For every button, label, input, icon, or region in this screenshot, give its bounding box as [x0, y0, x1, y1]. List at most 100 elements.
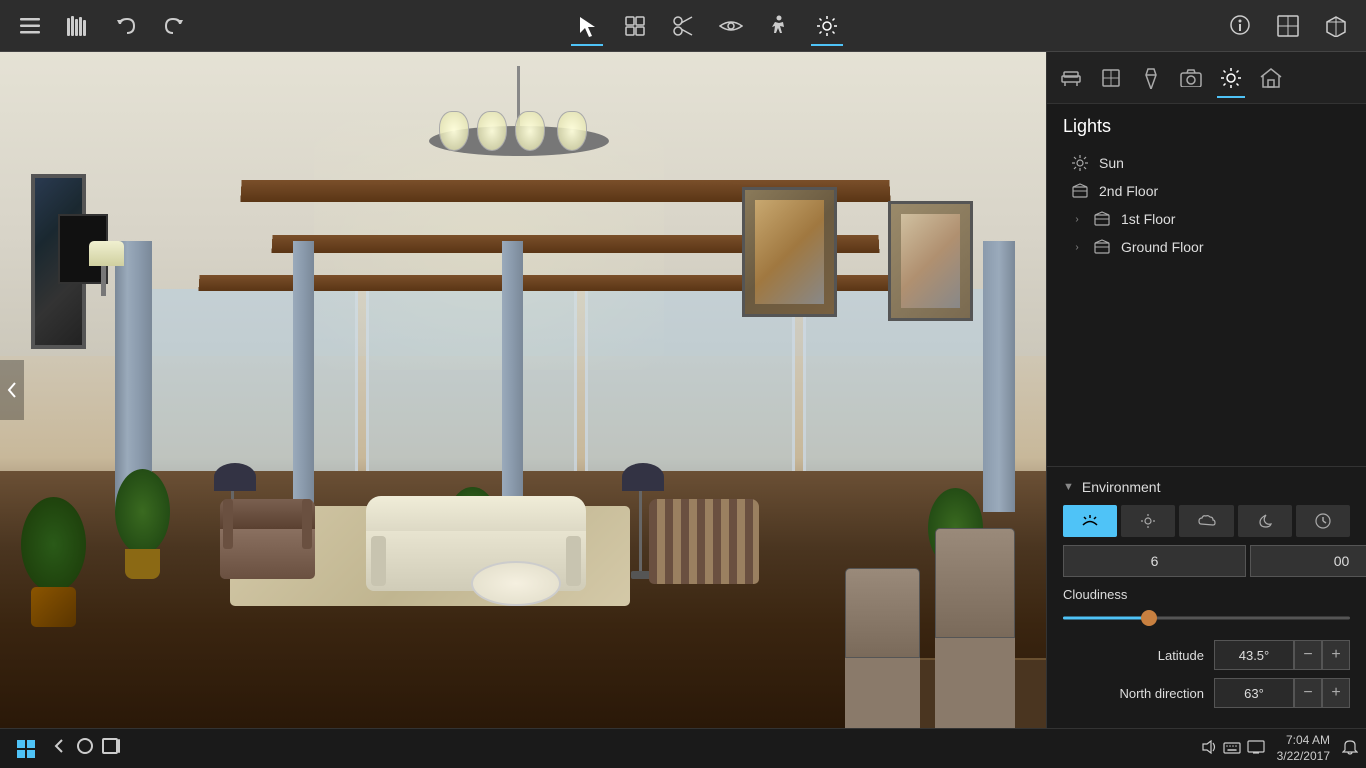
slider-track	[1063, 617, 1350, 620]
circle-taskbar-button[interactable]	[76, 737, 94, 760]
panel-spacer	[1047, 273, 1366, 466]
furniture-tool-button[interactable]	[1051, 56, 1091, 100]
armchair-left	[220, 499, 315, 579]
hour-input[interactable]	[1063, 545, 1246, 577]
main-viewport[interactable]	[0, 52, 1046, 728]
house-tool-button[interactable]	[1251, 56, 1291, 100]
painting-right-2	[888, 201, 973, 321]
taskbar-right: 7:04 AM 3/22/2017	[1201, 733, 1358, 764]
chandelier-light-2	[477, 111, 507, 151]
light-item-ground-floor[interactable]: › Ground Floor	[1063, 233, 1350, 261]
1st-floor-expand-arrow[interactable]: ›	[1071, 214, 1083, 225]
ground-floor-label: Ground Floor	[1121, 239, 1203, 255]
coffee-table	[471, 561, 561, 606]
paint-tool-button[interactable]	[1131, 56, 1171, 100]
back-taskbar-button[interactable]	[52, 738, 68, 759]
chandelier	[429, 66, 609, 156]
build-tool-button[interactable]	[1091, 56, 1131, 100]
cloudiness-label: Cloudiness	[1063, 587, 1350, 602]
light-tool-button[interactable]	[1211, 56, 1251, 100]
toolbar-right-group	[1210, 4, 1366, 48]
north-direction-row: North direction − +	[1063, 678, 1350, 708]
time-input-row: AM	[1063, 545, 1350, 577]
light-item-sun[interactable]: Sun	[1063, 149, 1350, 177]
info-button[interactable]	[1218, 4, 1262, 48]
painting-right-1	[742, 187, 837, 317]
view3d-button[interactable]	[1314, 4, 1358, 48]
slider-thumb[interactable]	[1141, 610, 1157, 626]
light-item-1st-floor[interactable]: › 1st Floor	[1063, 205, 1350, 233]
latitude-input[interactable]	[1214, 640, 1294, 670]
chandelier-light-1	[439, 111, 469, 151]
top-toolbar	[0, 0, 1366, 52]
start-button[interactable]	[8, 731, 44, 767]
latitude-label: Latitude	[1063, 648, 1214, 663]
minute-input[interactable]	[1250, 545, 1366, 577]
night-button[interactable]	[1238, 505, 1292, 537]
sunrise-button[interactable]	[1063, 505, 1117, 537]
menu-button[interactable]	[8, 4, 52, 48]
environment-title-row[interactable]: ▼ Environment	[1063, 479, 1350, 495]
north-direction-plus-button[interactable]: +	[1322, 678, 1350, 708]
sunny-button[interactable]	[1121, 505, 1175, 537]
latitude-plus-button[interactable]: +	[1322, 640, 1350, 670]
armchair-right	[649, 499, 759, 579]
lights-section: Lights Sun	[1047, 104, 1366, 273]
notification-icon[interactable]	[1342, 739, 1358, 758]
floor-light-icon-ground	[1093, 239, 1111, 255]
lights-title: Lights	[1063, 116, 1350, 137]
nav-arrow-left[interactable]	[0, 360, 24, 420]
light-item-2nd-floor[interactable]: 2nd Floor	[1063, 177, 1350, 205]
ground-floor-expand-arrow[interactable]: ›	[1071, 242, 1083, 253]
latitude-minus-button[interactable]: −	[1294, 640, 1322, 670]
cloudy-button[interactable]	[1179, 505, 1233, 537]
select-tool-button[interactable]	[565, 4, 609, 48]
clock-button[interactable]	[1296, 505, 1350, 537]
speakers-icon[interactable]	[1201, 740, 1217, 757]
floor-light-icon-1	[1093, 211, 1111, 227]
plant-large	[115, 469, 170, 579]
view-taskbar-button[interactable]	[102, 738, 120, 759]
taskbar-left	[8, 731, 120, 767]
curtain-right-1	[983, 241, 1014, 511]
panel-toolbar	[1047, 52, 1366, 104]
right-panel: Lights Sun	[1046, 52, 1366, 728]
scissors-button[interactable]	[661, 4, 705, 48]
view2d-button[interactable]	[1266, 4, 1310, 48]
north-direction-input[interactable]	[1214, 678, 1294, 708]
slider-fill	[1063, 617, 1149, 620]
room-scene	[0, 52, 1046, 728]
camera-tool-button[interactable]	[1171, 56, 1211, 100]
curtain-center-1	[293, 241, 314, 511]
undo-button[interactable]	[104, 4, 148, 48]
2nd-floor-label: 2nd Floor	[1099, 183, 1158, 199]
chandelier-light-3	[515, 111, 545, 151]
taskbar: 7:04 AM 3/22/2017	[0, 728, 1366, 768]
build-button[interactable]	[613, 4, 657, 48]
env-collapse-icon[interactable]: ▼	[1063, 481, 1074, 493]
north-direction-label: North direction	[1063, 686, 1214, 701]
toolbar-center-group	[204, 4, 1210, 48]
chandelier-base	[429, 126, 609, 156]
walk-button[interactable]	[757, 4, 801, 48]
dining-chair-2	[935, 528, 1015, 728]
screen-icon[interactable]	[1247, 740, 1265, 757]
time-of-day-row	[1063, 505, 1350, 537]
wall-lamp	[84, 241, 124, 296]
plant-corner	[21, 497, 86, 627]
sun-button[interactable]	[805, 4, 849, 48]
clock-time: 7:04 AM	[1277, 733, 1330, 749]
clock-display: 7:04 AM 3/22/2017	[1277, 733, 1330, 764]
redo-button[interactable]	[152, 4, 196, 48]
floor-light-icon-2	[1071, 183, 1089, 199]
system-notification-area	[1201, 740, 1265, 757]
north-direction-minus-button[interactable]: −	[1294, 678, 1322, 708]
environment-label: Environment	[1082, 479, 1161, 495]
library-button[interactable]	[56, 4, 100, 48]
clock-date: 3/22/2017	[1277, 749, 1330, 765]
eye-button[interactable]	[709, 4, 753, 48]
keyboard-icon[interactable]	[1223, 741, 1241, 757]
dining-chair-1	[845, 568, 920, 728]
cloudiness-slider[interactable]	[1063, 608, 1350, 628]
latitude-row: Latitude − +	[1063, 640, 1350, 670]
